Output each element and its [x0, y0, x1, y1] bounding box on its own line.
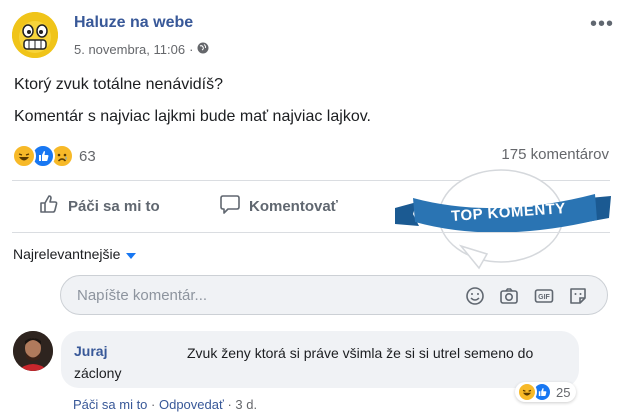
- reaction-summary[interactable]: 63: [12, 144, 96, 168]
- comment-sort-dropdown[interactable]: Najrelevantnejšie: [13, 246, 137, 262]
- comment-button-label: Komentovať: [249, 197, 338, 215]
- comment-reply-link[interactable]: Odpovedať: [159, 397, 224, 412]
- comment-time[interactable]: 3 d.: [235, 397, 257, 412]
- post-meta: 5. novembra, 11:06 ·: [74, 42, 209, 57]
- comment-bubble-icon: [219, 193, 241, 219]
- post-timestamp[interactable]: 5. novembra, 11:06: [74, 42, 185, 57]
- sticker-icon[interactable]: [567, 285, 589, 307]
- like-button[interactable]: Páči sa mi to: [38, 193, 160, 219]
- comment-like-link[interactable]: Páči sa mi to: [73, 397, 147, 412]
- comment-reaction-summary[interactable]: 25: [515, 382, 577, 402]
- haha-reaction-icon: [517, 382, 537, 402]
- divider: [12, 232, 610, 233]
- sort-label: Najrelevantnejšie: [13, 246, 121, 262]
- gif-icon[interactable]: GIF: [533, 285, 555, 307]
- emoji-icon[interactable]: [464, 285, 486, 307]
- separator: ·: [147, 397, 159, 412]
- svg-text:GIF: GIF: [538, 294, 550, 301]
- page-name-link[interactable]: Haluze na webe: [74, 14, 193, 32]
- more-options-button[interactable]: •••: [590, 13, 614, 36]
- top-comments-badge: TOP KOMENTY: [395, 168, 611, 272]
- comment-bubble: Juraj Zvuk ženy ktorá si práve všimla že…: [61, 331, 579, 388]
- comment-reaction-count: 25: [556, 384, 571, 400]
- comment-input-placeholder: Napíšte komentár...: [77, 287, 208, 304]
- camera-icon[interactable]: [498, 285, 520, 307]
- comment-text: Zvuk ženy ktorá si práve všimla že si si…: [74, 345, 534, 381]
- commenter-avatar[interactable]: [13, 331, 53, 371]
- like-button-label: Páči sa mi to: [68, 197, 160, 215]
- comment-actions: Páči sa mi to · Odpovedať · 3 d.: [73, 397, 257, 412]
- comment-composer[interactable]: Napíšte komentár... GIF: [60, 275, 608, 315]
- separator: ·: [223, 397, 236, 412]
- post-text-line-2: Komentár s najviac lajkmi bude mať najvi…: [14, 108, 371, 125]
- reaction-count: 63: [79, 147, 96, 165]
- haha-reaction-icon: [12, 144, 36, 168]
- caret-down-icon: [126, 246, 137, 262]
- page-avatar[interactable]: [12, 12, 58, 58]
- comment-count-link[interactable]: 175 komentárov: [501, 146, 609, 163]
- post-text-line-1: Ktorý zvuk totálne nenávidíš?: [14, 76, 224, 93]
- comment-button[interactable]: Komentovať: [219, 193, 338, 219]
- globe-icon: [197, 42, 209, 57]
- thumbs-up-icon: [38, 193, 60, 219]
